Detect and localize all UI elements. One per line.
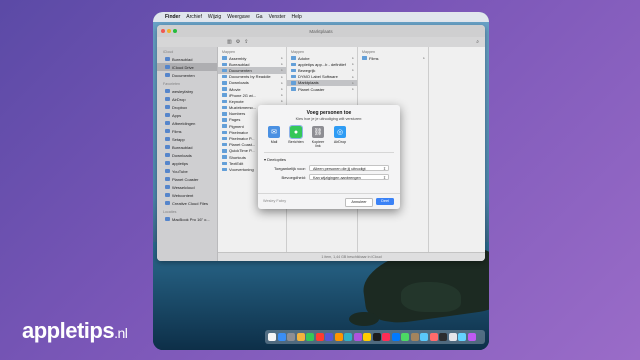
- share-option[interactable]: ⛓ Kopieer link: [310, 126, 326, 148]
- menu-help[interactable]: Help: [292, 14, 302, 20]
- airdrop-icon: ◎: [334, 126, 346, 138]
- dock-app-icon[interactable]: [287, 333, 295, 341]
- permission-value: Kan wijzigingen aanbrengen: [313, 176, 361, 180]
- access-label: Toegankelijk voor:: [273, 165, 306, 171]
- access-row: Toegankelijk voor: Alleen personen die j…: [258, 165, 400, 171]
- chevron-updown-icon: ⇕: [382, 167, 386, 171]
- dock-app-icon[interactable]: [306, 333, 314, 341]
- link-icon: ⛓: [312, 126, 324, 138]
- dock-app-icon[interactable]: [315, 333, 324, 341]
- brand-logo: appletips.nl: [22, 318, 128, 344]
- dock-app-icon[interactable]: [467, 333, 476, 341]
- access-select[interactable]: Alleen personen die jij uitnodigt ⇕: [309, 165, 389, 171]
- dock-app-icon[interactable]: [344, 333, 352, 341]
- add-people-sheet: Voeg personen toe Kies hoe je je uitnodi…: [258, 105, 400, 209]
- share-options-label: Deelopties: [267, 157, 287, 162]
- sheet-subtitle: Kies hoe je je uitnodiging wilt versture…: [295, 117, 363, 121]
- messages-icon: ●: [289, 125, 303, 139]
- permission-select[interactable]: Kan wijzigingen aanbrengen ⇕: [309, 174, 389, 180]
- owner-name: Wesley Fabry: [263, 199, 287, 203]
- finder-window: Marktplaats ▥ ⚙ ⇪ ⌕ iCloud Bureaublad iClo…: [157, 25, 485, 261]
- permission-label: Bevoegdheid:: [281, 174, 306, 180]
- cancel-button[interactable]: Annuleer: [345, 198, 373, 207]
- menu-weergave[interactable]: Weergave: [227, 14, 250, 20]
- brand-tld: .nl: [114, 325, 128, 341]
- dock-app-icon[interactable]: [429, 333, 438, 341]
- dock-app-icon[interactable]: [401, 333, 409, 341]
- wallpaper-rock: [349, 312, 379, 326]
- mail-icon: ✉: [268, 126, 280, 138]
- dock-app-icon[interactable]: [363, 333, 371, 341]
- share-button[interactable]: Deel: [376, 198, 394, 205]
- sheet-title: Voeg personen toe: [306, 110, 352, 116]
- dock-app-icon[interactable]: [391, 333, 400, 341]
- share-option[interactable]: ● Berichten: [288, 125, 304, 148]
- menu-venster[interactable]: Venster: [269, 14, 286, 20]
- share-option[interactable]: ✉ Mail: [266, 126, 282, 148]
- dock-app-icon[interactable]: [277, 333, 286, 341]
- brand-name: appletips: [22, 318, 115, 343]
- sheet-footer: Wesley Fabry Annuleer Deel: [258, 193, 400, 209]
- share-option[interactable]: ◎ AirDrop: [332, 126, 348, 148]
- dock-app-icon[interactable]: [448, 333, 457, 341]
- dock-app-icon[interactable]: [372, 333, 381, 341]
- menu-bar: Finder Archief Wijzig Weergave Ga Venste…: [153, 12, 489, 22]
- share-option-label: Berichten: [288, 140, 304, 144]
- menu-ga[interactable]: Ga: [256, 14, 263, 20]
- access-value: Alleen personen die jij uitnodigt: [313, 167, 366, 171]
- dock: [265, 330, 485, 344]
- dock-app-icon[interactable]: [268, 333, 276, 341]
- share-methods: ✉ Mail ● Berichten ⛓ Kopieer link ◎ AirDrop: [266, 125, 400, 148]
- permission-row: Bevoegdheid: Kan wijzigingen aanbrengen ⇕: [258, 174, 400, 180]
- chevron-updown-icon: ⇕: [382, 176, 386, 180]
- share-option-label: Kopieer link: [311, 140, 325, 148]
- dock-app-icon[interactable]: [439, 333, 447, 341]
- dock-app-icon[interactable]: [296, 333, 305, 341]
- dock-app-icon[interactable]: [353, 333, 362, 341]
- screen-frame: Finder Archief Wijzig Weergave Ga Venste…: [153, 12, 489, 350]
- menu-wijzig[interactable]: Wijzig: [208, 14, 221, 20]
- share-option-label: Mail: [270, 140, 278, 144]
- dock-app-icon[interactable]: [410, 333, 419, 341]
- dock-app-icon[interactable]: [458, 333, 466, 341]
- dock-app-icon[interactable]: [382, 333, 390, 341]
- dock-app-icon[interactable]: [325, 333, 333, 341]
- wallpaper-rock: [401, 282, 461, 312]
- divider: [264, 152, 394, 153]
- dock-app-icon[interactable]: [334, 333, 343, 341]
- menu-archief[interactable]: Archief: [186, 14, 202, 20]
- dock-app-icon[interactable]: [420, 333, 428, 341]
- menu-finder[interactable]: Finder: [165, 14, 180, 20]
- share-option-label: AirDrop: [333, 140, 347, 144]
- share-options-toggle[interactable]: ▾ Deelopties: [264, 157, 400, 162]
